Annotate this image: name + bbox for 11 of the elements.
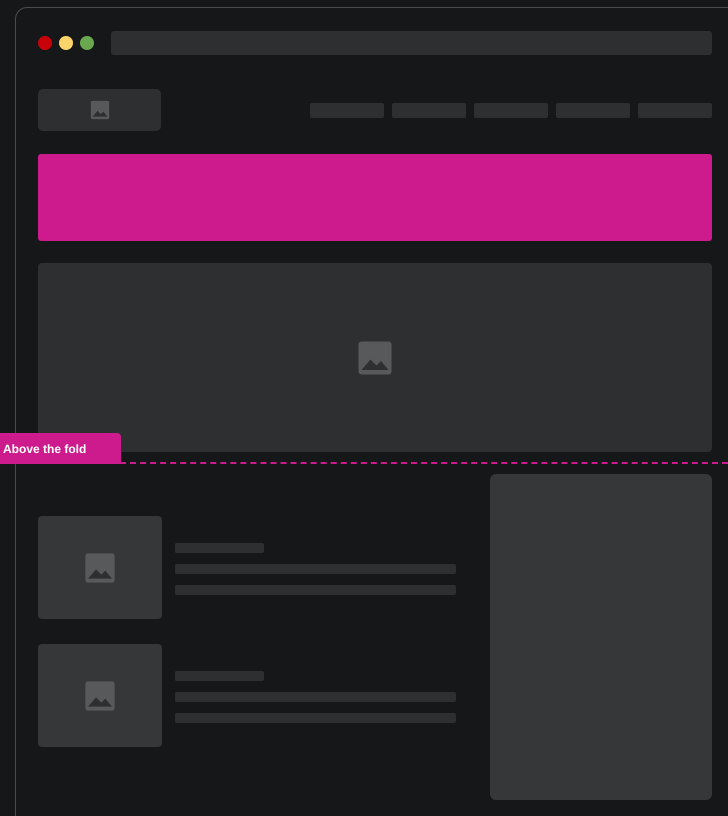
address-bar[interactable] — [111, 31, 712, 55]
nav-item-placeholder[interactable] — [556, 102, 630, 118]
image-icon — [357, 340, 393, 376]
nav-item-placeholder[interactable] — [474, 102, 548, 118]
nav-item-placeholder[interactable] — [392, 102, 466, 118]
fold-label: Above the fold — [0, 433, 121, 464]
nav-item-placeholder[interactable] — [638, 102, 712, 118]
nav-item-placeholder[interactable] — [310, 102, 384, 118]
image-icon — [84, 680, 116, 712]
image-icon — [84, 552, 116, 584]
image-icon — [90, 100, 110, 120]
